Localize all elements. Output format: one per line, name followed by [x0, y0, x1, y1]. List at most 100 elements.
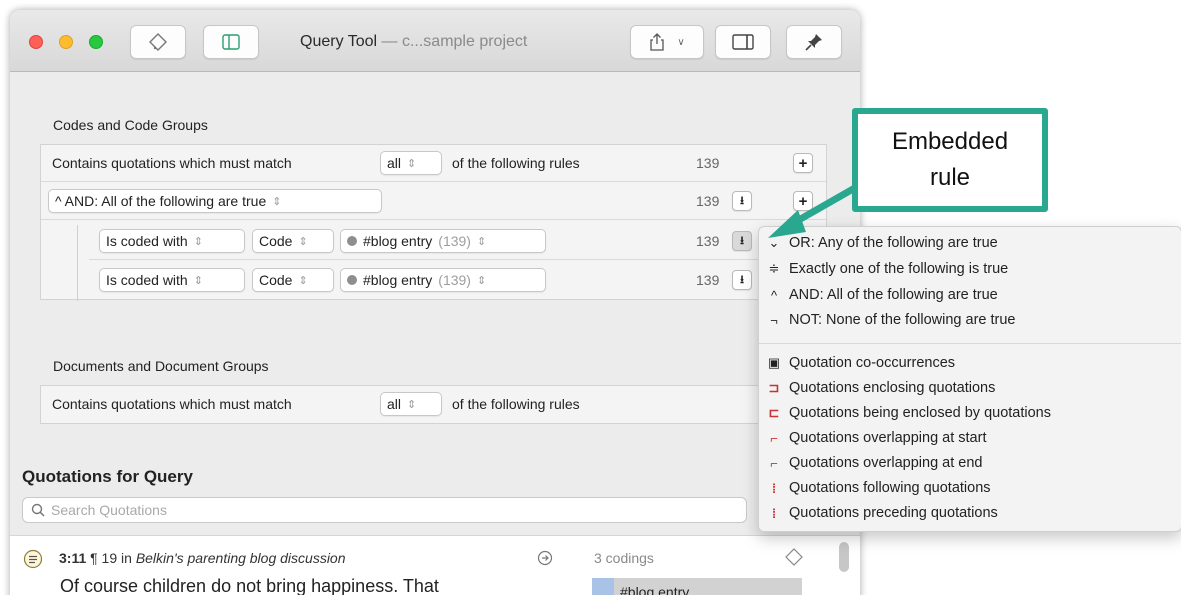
rule-count: 139 — [696, 155, 720, 171]
pin-icon — [805, 34, 822, 51]
zoom-window-button[interactable] — [89, 35, 103, 49]
documents-section-label: Documents and Document Groups — [53, 358, 269, 374]
search-placeholder: Search Quotations — [51, 502, 167, 518]
menu-item-co-occurrences[interactable]: ▣ Quotation co-occurrences — [768, 355, 955, 371]
query-editor: Codes and Code Groups Contains quotation… — [10, 72, 860, 595]
type-popup[interactable]: Code ⇕ — [252, 229, 334, 253]
type-value: Code — [259, 233, 293, 249]
embed-rule-button[interactable]: ⭳ — [732, 191, 752, 211]
title-bar: Query Tool — c...sample project ∨ — [10, 10, 860, 72]
embed-rule-button[interactable]: ⭳ — [732, 270, 752, 290]
embedded-rule-menu: ⌄ OR: Any of the following are true ≑ Ex… — [758, 226, 1181, 532]
rule-row-2: Is coded with ⇕ Code ⇕ #blog entry (139) ⇕ 1… — [89, 262, 826, 299]
chevron-down-icon: ∨ — [677, 36, 685, 48]
updown-chevron-icon: ⇕ — [298, 274, 308, 287]
menu-item-exactly-one[interactable]: ≑ Exactly one of the following is true — [769, 261, 1009, 277]
quotation-text: Of course children do not bring happines… — [60, 576, 439, 595]
not-operator-icon: ¬ — [770, 312, 778, 328]
match-mode-popup[interactable]: all ⇕ — [380, 151, 442, 175]
quotations-title: Quotations for Query — [22, 467, 193, 486]
documents-match-row: Contains quotations which must match all… — [41, 386, 826, 423]
updown-chevron-icon: ⇕ — [298, 235, 308, 248]
menu-item-preceding[interactable]: ⁞ Quotations preceding quotations — [772, 505, 998, 521]
menu-separator — [759, 343, 1181, 344]
menu-item-label: NOT: None of the following are true — [789, 312, 1016, 328]
enclosed-icon: ⊏ — [768, 405, 780, 420]
tag-outline-icon[interactable] — [785, 548, 803, 566]
menu-item-label: Quotations being enclosed by quotations — [789, 405, 1051, 421]
sidebar-toggle-button[interactable] — [203, 25, 259, 59]
quotation-text-icon — [23, 549, 43, 569]
match-prefix-text: Contains quotations which must match — [52, 396, 292, 412]
rule-row-1: Is coded with ⇕ Code ⇕ #blog entry (139) ⇕ 1… — [89, 223, 826, 260]
tag-button[interactable] — [130, 25, 186, 59]
overlap-end-icon: ⌐ — [770, 455, 778, 471]
window-title-main: Query Tool — [300, 33, 378, 50]
codes-match-row: Contains quotations which must match all… — [41, 145, 826, 182]
plus-icon: + — [798, 154, 808, 172]
and-operator-icon: ^ — [770, 287, 778, 303]
minimize-window-button[interactable] — [59, 35, 73, 49]
code-count: (139) — [438, 272, 471, 288]
sidebar-icon — [222, 34, 240, 50]
match-mode-value: all — [387, 396, 402, 412]
tag-outline-icon — [149, 33, 167, 51]
match-suffix-text: of the following rules — [452, 155, 580, 171]
embed-rule-button-active[interactable]: ⭳ — [732, 231, 752, 251]
window-title-project: c...sample project — [401, 33, 528, 50]
rule-count: 139 — [696, 233, 720, 249]
embed-rule-icon: ⭳ — [740, 273, 744, 286]
menu-item-enclosing[interactable]: ⊐ Quotations enclosing quotations — [769, 380, 996, 396]
codes-section-label: Codes and Code Groups — [53, 117, 208, 133]
code-popup[interactable]: #blog entry (139) ⇕ — [340, 268, 546, 292]
menu-item-overlap-end[interactable]: ⌐ Quotations overlapping at end — [770, 455, 982, 471]
updown-chevron-icon: ⇕ — [407, 157, 417, 170]
indent-guide — [77, 225, 78, 301]
menu-item-enclosed[interactable]: ⊏ Quotations being enclosed by quotation… — [769, 405, 1051, 421]
following-icon: ⁞ — [771, 480, 777, 496]
quotation-meta: 3:11 ¶ 19 in Belkin's parenting blog dis… — [59, 550, 346, 566]
inspector-toggle-button[interactable] — [715, 25, 771, 59]
group-operator-label: ^ AND: All of the following are true — [55, 193, 267, 209]
menu-item-not[interactable]: ¬ NOT: None of the following are true — [770, 312, 1016, 328]
menu-item-label: AND: All of the following are true — [789, 287, 998, 303]
code-count: (139) — [438, 233, 471, 249]
embed-rule-icon: ⭳ — [740, 234, 744, 247]
match-mode-popup[interactable]: all ⇕ — [380, 392, 442, 416]
menu-item-label: Quotations preceding quotations — [789, 505, 998, 521]
menu-item-and[interactable]: ^ AND: All of the following are true — [771, 287, 998, 303]
condition-value: Is coded with — [106, 272, 188, 288]
menu-item-overlap-start[interactable]: ⌐ Quotations overlapping at start — [770, 430, 986, 446]
condition-popup[interactable]: Is coded with ⇕ — [99, 229, 245, 253]
code-popup[interactable]: #blog entry (139) ⇕ — [340, 229, 546, 253]
go-to-arrow-icon[interactable] — [537, 550, 553, 566]
pin-button[interactable] — [786, 25, 842, 59]
group-rule-count: 139 — [696, 193, 720, 209]
search-icon — [31, 503, 45, 517]
match-suffix-text: of the following rules — [452, 396, 580, 412]
quotation-list: 3:11 ¶ 19 in Belkin's parenting blog dis… — [10, 535, 860, 595]
codings-count: 3 codings — [594, 550, 654, 566]
code-chip-label: #blog entry — [620, 584, 690, 595]
query-tool-window: Query Tool — c...sample project ∨ Codes … — [10, 10, 860, 595]
search-quotations-field[interactable]: Search Quotations — [22, 497, 747, 523]
share-button[interactable]: ∨ — [630, 25, 704, 59]
callout-line-1: Embedded — [891, 128, 1009, 155]
updown-chevron-icon: ⇕ — [476, 274, 487, 287]
updown-chevron-icon: ⇕ — [476, 235, 487, 248]
share-icon — [650, 33, 664, 51]
match-mode-value: all — [387, 155, 402, 171]
window-title-separator: — — [377, 33, 402, 50]
menu-item-following[interactable]: ⁞ Quotations following quotations — [772, 480, 991, 496]
condition-popup[interactable]: Is coded with ⇕ — [99, 268, 245, 292]
type-popup[interactable]: Code ⇕ — [252, 268, 334, 292]
close-window-button[interactable] — [29, 35, 43, 49]
code-chip[interactable]: #blog entry — [592, 578, 802, 595]
scrollbar-thumb[interactable] — [839, 542, 849, 572]
updown-chevron-icon: ⇕ — [407, 398, 417, 411]
embedded-rule-callout: Embedded rule — [852, 108, 1048, 212]
group-operator-popup[interactable]: ^ AND: All of the following are true ⇕ — [48, 189, 382, 213]
quotation-id: 3:11 — [59, 550, 87, 566]
preceding-icon: ⁞ — [771, 505, 777, 521]
code-value: #blog entry — [363, 233, 433, 249]
